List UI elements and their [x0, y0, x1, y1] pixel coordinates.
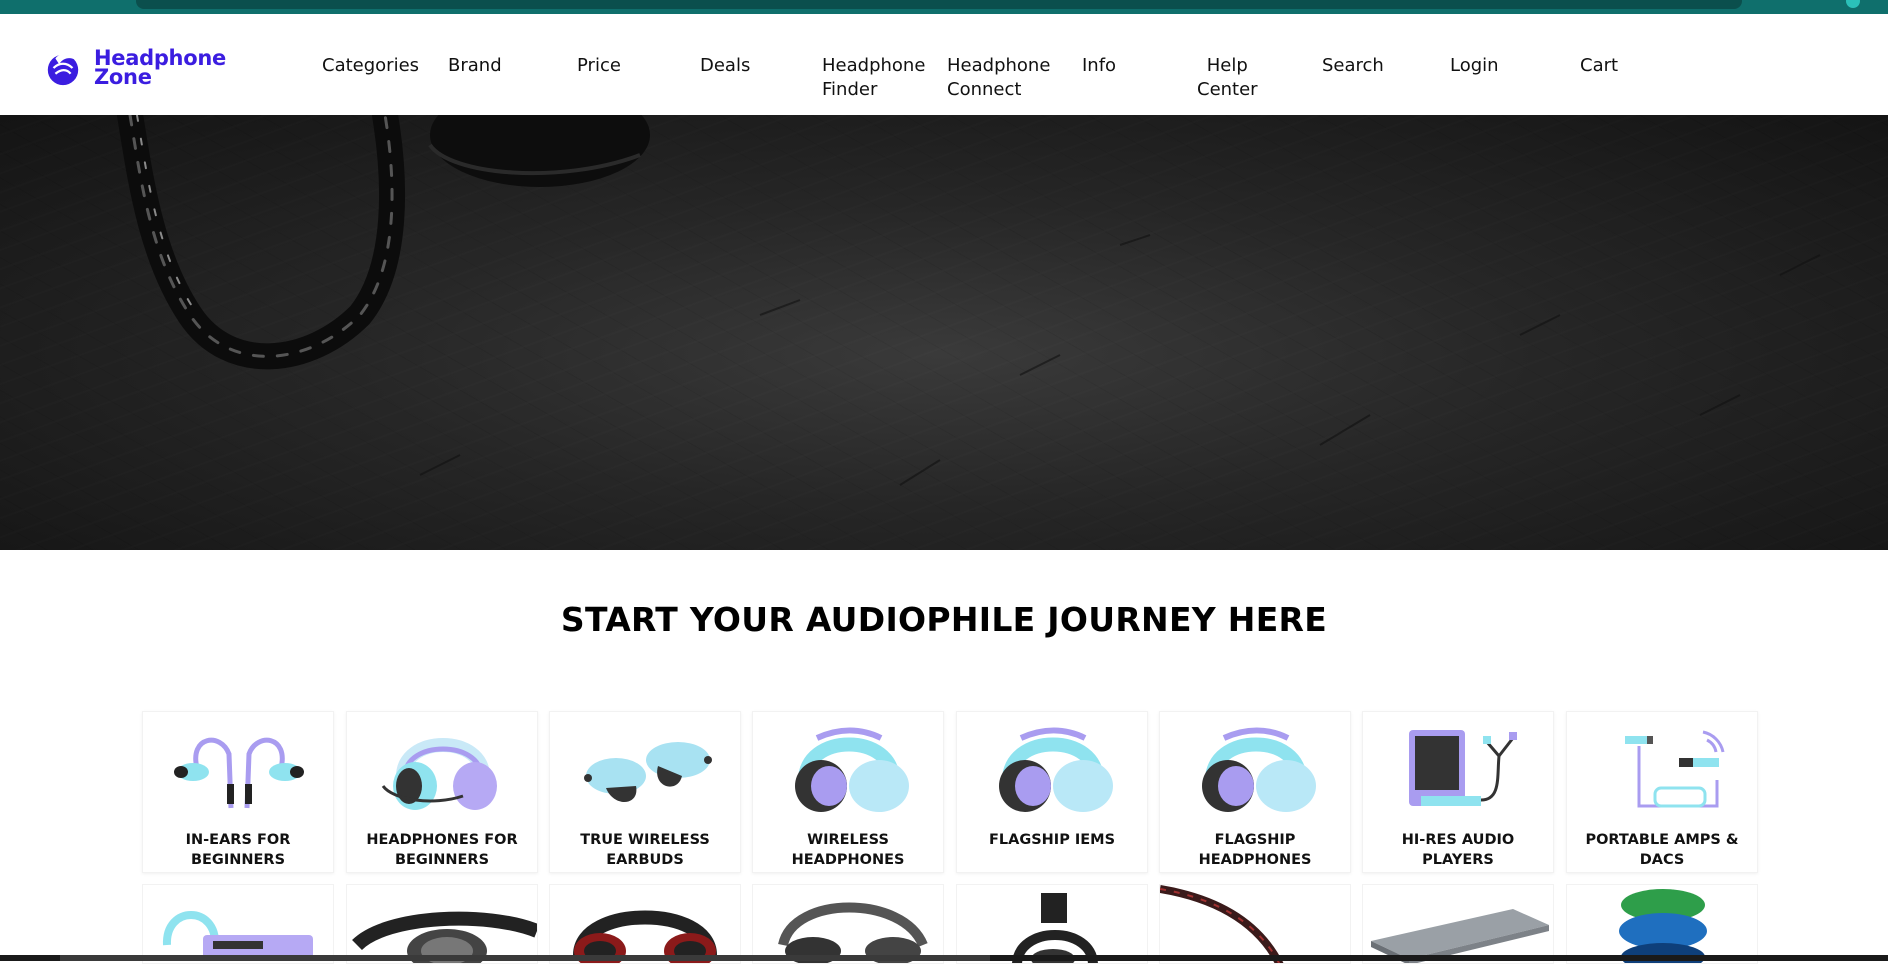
nav-info[interactable]: Info	[1082, 54, 1116, 78]
hero-banner[interactable]	[0, 115, 1888, 550]
category-card-headphones-beginners[interactable]: HEADPHONES FOR BEGINNERS	[346, 711, 538, 873]
category-label: HEADPHONES FOR BEGINNERS	[366, 832, 518, 868]
category-label: TRUE WIRELESS EARBUDS	[580, 832, 710, 868]
product-card[interactable]	[549, 884, 741, 964]
chat-bubble-icon[interactable]	[1846, 0, 1860, 8]
iem-icon	[174, 737, 304, 809]
category-card-hi-res-players[interactable]: HI-RES AUDIO PLAYERS	[1362, 711, 1554, 873]
category-label: WIRELESS HEADPHONES	[791, 832, 905, 868]
section-title: START YOUR AUDIOPHILE JOURNEY HERE	[560, 600, 1328, 639]
horizontal-scrollbar[interactable]	[0, 955, 1888, 961]
category-label: HI-RES AUDIO PLAYERS	[1401, 832, 1515, 868]
category-card-flagship-iems[interactable]: FLAGSHIP IEMS	[956, 711, 1148, 873]
category-card-true-wireless[interactable]: TRUE WIRELESS EARBUDS	[549, 711, 741, 873]
nav-price[interactable]: Price	[577, 54, 621, 78]
nav-headphone-connect[interactable]: Headphone Connect	[947, 54, 1050, 102]
product-card[interactable]	[1566, 884, 1758, 964]
nav-help-center[interactable]: Help Center	[1197, 54, 1258, 102]
category-label: IN-EARS FOR BEGINNERS	[185, 832, 291, 868]
headphones-icon	[1012, 893, 1098, 963]
headphones-icon	[352, 911, 537, 963]
category-card-amps-dacs[interactable]: PORTABLE AMPS & DACS	[1566, 711, 1758, 873]
announcement-bar	[136, 0, 1742, 9]
audio-player-icon	[1409, 730, 1517, 806]
product-card[interactable]	[752, 884, 944, 964]
product-card[interactable]	[1159, 884, 1351, 964]
headphones-icon	[381, 738, 497, 810]
headphones-icon	[999, 727, 1113, 812]
nav-search[interactable]: Search	[1322, 54, 1384, 78]
nav-login[interactable]: Login	[1450, 54, 1499, 78]
headphones-icon	[1202, 727, 1316, 812]
logo-text: Headphone Zone	[94, 48, 226, 89]
product-card[interactable]	[1362, 884, 1554, 964]
amp-dac-icon	[162, 911, 313, 961]
nav-cart[interactable]: Cart	[1580, 54, 1618, 78]
product-card[interactable]	[956, 884, 1148, 964]
logo-icon	[47, 53, 79, 86]
scrollbar-thumb[interactable]	[60, 955, 990, 961]
top-announcement-strip	[0, 0, 1888, 14]
category-card-in-ears-beginners[interactable]: IN-EARS FOR BEGINNERS	[142, 711, 334, 873]
headphones-icon	[573, 910, 717, 963]
product-card[interactable]	[346, 884, 538, 964]
hero-cable-image	[117, 115, 1821, 486]
product-card[interactable]	[142, 884, 334, 964]
site-logo[interactable]: Headphone Zone	[44, 46, 244, 90]
nav-deals[interactable]: Deals	[700, 54, 750, 78]
headphones-icon	[778, 902, 928, 963]
nav-headphone-finder[interactable]: Headphone Finder	[822, 54, 925, 102]
dac-device-icon	[1371, 909, 1549, 963]
logo-text-line2: Zone	[94, 65, 152, 89]
category-card-flagship-headphones[interactable]: FLAGSHIP HEADPHONES	[1159, 711, 1351, 873]
amp-dac-icon	[1625, 730, 1725, 808]
category-label: FLAGSHIP IEMS	[988, 832, 1116, 848]
category-label: PORTABLE AMPS & DACS	[1585, 832, 1739, 868]
category-card-wireless-headphones[interactable]: WIRELESS HEADPHONES	[752, 711, 944, 873]
earbuds-case-icon	[1619, 889, 1707, 963]
category-label: FLAGSHIP HEADPHONES	[1198, 832, 1312, 868]
headphones-icon	[795, 727, 909, 812]
cable-icon	[1160, 885, 1284, 963]
nav-brand[interactable]: Brand	[448, 54, 502, 78]
earbuds-icon	[584, 742, 712, 803]
nav-categories[interactable]: Categories	[322, 54, 419, 78]
site-header: Headphone Zone Categories Brand Price De…	[0, 14, 1888, 115]
